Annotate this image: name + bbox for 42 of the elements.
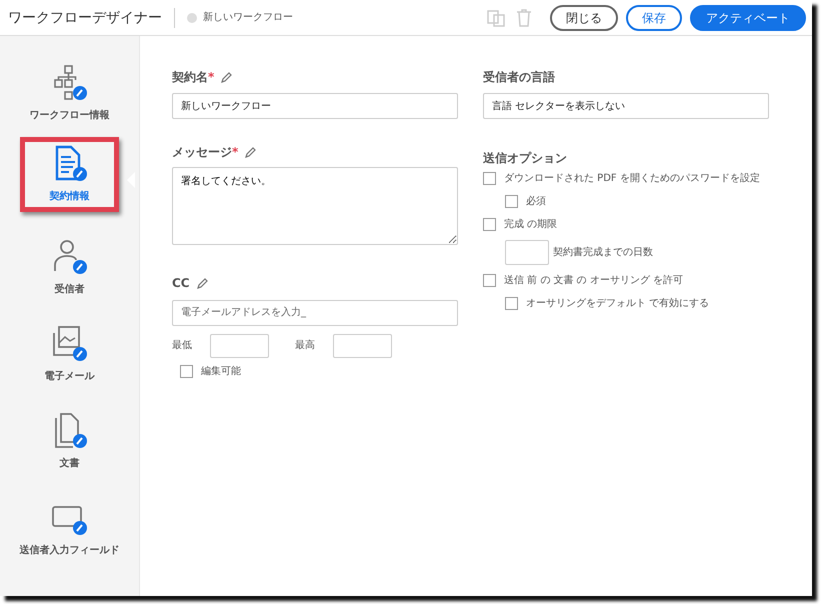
field-label: メッセージ* — [172, 144, 238, 161]
field-label: 受信者の言語 — [483, 69, 555, 86]
min-field[interactable] — [210, 334, 269, 358]
checkbox-label: ダウンロードされた PDF を開くためのパスワードを設定 — [504, 172, 760, 186]
cc-email-field[interactable]: 電子メールアドレスを入力_ — [172, 300, 458, 326]
pencil-icon[interactable] — [220, 70, 234, 84]
checkbox[interactable] — [505, 195, 518, 208]
activate-button[interactable]: アクティベート — [690, 4, 806, 30]
sidebar-item[interactable]: ワークフロー情報 — [0, 50, 139, 137]
checkbox-label: オーサリングをデフォルト で有効にする — [526, 296, 710, 311]
section-title: 送信オプション — [483, 150, 567, 167]
checkbox-label: 送信 前 の 文書 の オーサリング を許可 — [504, 274, 684, 288]
language-select[interactable]: 言語 セレクターを表示しない — [483, 93, 769, 119]
sidebar-item[interactable]: 電子メール — [0, 311, 139, 398]
checkbox[interactable] — [483, 218, 496, 231]
field-label: 契約名* — [172, 69, 214, 86]
max-label: 最高 — [295, 338, 315, 353]
sidebar-item[interactable]: 受信者 — [0, 224, 139, 311]
save-button[interactable]: 保存 — [626, 4, 682, 30]
max-field[interactable] — [333, 334, 392, 358]
checkbox[interactable] — [505, 297, 518, 310]
image-icon — [50, 325, 88, 363]
close-button[interactable]: 閉じる — [550, 4, 618, 30]
workflow-name: 新しいワークフロー — [203, 10, 293, 25]
app-title: ワークフローデザイナー — [8, 8, 175, 28]
min-label: 最低 — [172, 339, 192, 353]
pencil-icon[interactable] — [244, 146, 258, 158]
checkbox-label: 必須 — [526, 194, 546, 209]
checkbox-label: 完成 の期限 — [504, 218, 558, 232]
checkbox-label: 編集可能 — [201, 364, 241, 378]
message-field[interactable]: 署名してください。 — [172, 167, 458, 245]
days-field[interactable] — [505, 240, 549, 265]
sidebar-item[interactable]: 文書 — [0, 398, 139, 485]
days-label: 契約書完成までの日数 — [553, 246, 653, 260]
sidebar-item[interactable]: 送信者入力フィールド — [0, 485, 139, 572]
checkbox[interactable] — [483, 172, 496, 185]
agreement-name-field[interactable]: 新しいワークフロー — [172, 93, 458, 119]
field-label: CC — [172, 275, 190, 292]
checkbox[interactable] — [483, 274, 496, 287]
pencil-icon[interactable] — [196, 276, 209, 290]
checkbox[interactable] — [180, 364, 193, 378]
status-dot — [187, 12, 197, 22]
